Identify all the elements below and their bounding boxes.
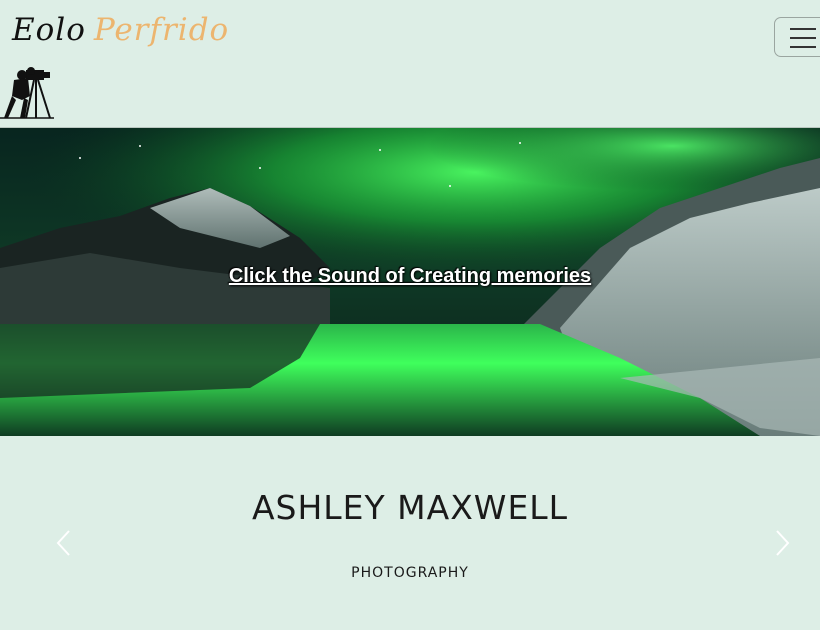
intro-section: ASHLEY MAXWELL PHOTOGRAPHY	[0, 436, 820, 630]
brand-first-word: Eolo	[12, 12, 86, 48]
navbar: Eolo Perfrido	[0, 0, 820, 127]
hero-tagline-link[interactable]: Click the Sound of Creating memories	[0, 265, 820, 288]
photographer-camera-silhouette-icon	[0, 66, 54, 120]
brand-logo-link[interactable]: Eolo Perfrido	[12, 12, 229, 62]
photography-subtitle: PHOTOGRAPHY	[351, 565, 469, 581]
photographer-name-heading: ASHLEY MAXWELL	[251, 488, 569, 527]
chevron-left-icon[interactable]	[50, 528, 80, 558]
navbar-toggle-button[interactable]	[774, 17, 820, 57]
chevron-right-icon[interactable]	[766, 528, 796, 558]
page: Eolo Perfrido Click the Sound of Creatin…	[0, 0, 820, 630]
hero-banner: Click the Sound of Creating memories	[0, 128, 820, 436]
brand-second-word: Perfrido	[93, 12, 230, 48]
